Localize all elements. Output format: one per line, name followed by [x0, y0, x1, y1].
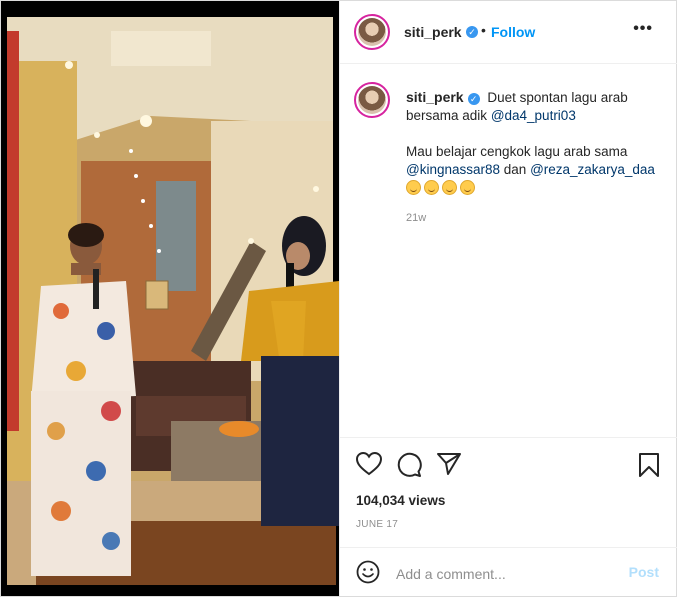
caption-and-word: dan: [503, 162, 527, 177]
view-count[interactable]: 104,034 views: [356, 493, 445, 508]
avatar[interactable]: [354, 14, 390, 50]
mention-link[interactable]: @da4_putri03: [491, 108, 576, 123]
post-header: siti_perk ✓ • Follow •••: [340, 1, 677, 64]
share-icon[interactable]: [436, 452, 462, 476]
post-sidebar: siti_perk ✓ • Follow ••• siti_perk ✓ Duet…: [339, 1, 677, 596]
username-link[interactable]: siti_perk: [404, 24, 462, 40]
caption-avatar[interactable]: [354, 82, 390, 118]
verified-badge-icon: ✓: [467, 93, 480, 105]
caption-section: siti_perk ✓ Duet spontan lagu arab bersam…: [340, 64, 677, 436]
smiling-face-emoji-icon: [442, 180, 457, 195]
heart-icon[interactable]: [356, 452, 382, 476]
video-frame: [1, 1, 339, 596]
profile-photo: [358, 18, 386, 46]
follow-button[interactable]: Follow: [491, 24, 535, 40]
caption-line-2: Mau belajar cengkok lagu arab sama: [406, 144, 628, 159]
verified-badge-icon: ✓: [466, 26, 478, 38]
actions-section: 104,034 views JUNE 17 Post: [340, 437, 677, 598]
caption-username-link[interactable]: siti_perk: [406, 89, 464, 105]
post-age[interactable]: 21w: [406, 212, 426, 224]
more-options-icon[interactable]: •••: [633, 20, 653, 38]
mention-link[interactable]: @reza_zakarya_daa: [530, 162, 655, 177]
emoji-icon[interactable]: [356, 560, 380, 584]
instagram-post: siti_perk ✓ • Follow ••• siti_perk ✓ Duet…: [0, 0, 677, 597]
mention-link[interactable]: @kingnassar88: [406, 162, 500, 177]
profile-photo: [358, 86, 386, 114]
comment-input[interactable]: [394, 562, 618, 586]
smiling-face-emoji-icon: [424, 180, 439, 195]
post-comment-button[interactable]: Post: [629, 564, 659, 580]
post-video[interactable]: [1, 1, 339, 596]
comment-bar: Post: [340, 547, 677, 598]
bookmark-icon[interactable]: [638, 452, 660, 478]
post-date[interactable]: JUNE 17: [356, 519, 398, 530]
smiling-face-emoji-icon: [460, 180, 475, 195]
caption-text: siti_perk ✓ Duet spontan lagu arab bersam…: [406, 88, 662, 197]
smiling-face-emoji-icon: [406, 180, 421, 195]
comment-icon[interactable]: [396, 452, 422, 478]
separator-dot: •: [481, 22, 486, 38]
